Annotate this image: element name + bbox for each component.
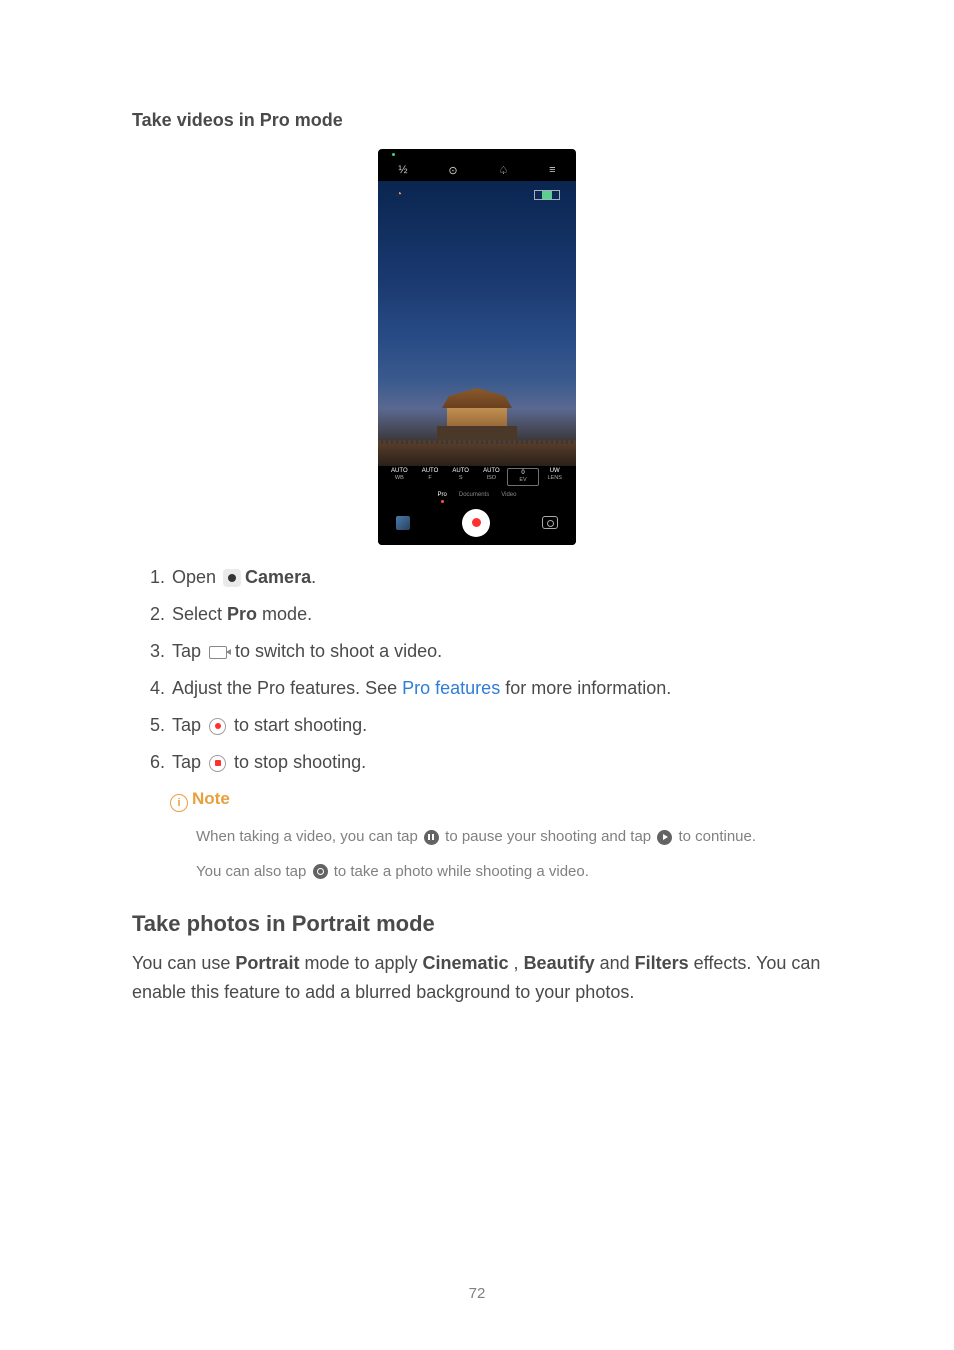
pause-icon — [424, 830, 439, 845]
camera-icon — [223, 569, 241, 587]
step-5: Tap to start shooting. — [170, 715, 822, 736]
record-icon — [209, 718, 226, 735]
phone-screenshot: ½⊙♤≡ ◔ AUTOWBAUTOFAUTOSAUTOISO0EVUWLENS … — [378, 149, 576, 545]
step-3: Tap to switch to shoot a video. — [170, 641, 822, 662]
note-line-1: When taking a video, you can tap to paus… — [196, 826, 822, 849]
step-4: Adjust the Pro features. See Pro feature… — [170, 678, 822, 699]
video-switch-icon — [209, 646, 227, 659]
portrait-paragraph: You can use Portrait mode to apply Cinem… — [132, 949, 822, 1007]
steps-list: Open Camera. Select Pro mode. Tap to swi… — [132, 567, 822, 773]
step-2: Select Pro mode. — [170, 604, 822, 625]
step-1: Open Camera. — [170, 567, 822, 588]
section-heading-1: Take videos in Pro mode — [132, 110, 822, 131]
stop-icon — [209, 755, 226, 772]
gallery-thumb — [396, 516, 410, 530]
section-heading-2: Take photos in Portrait mode — [132, 911, 822, 937]
level-indicator — [534, 190, 560, 200]
photo-icon — [313, 864, 328, 879]
timer-icon: ◔ — [396, 189, 402, 200]
shutter-button — [462, 509, 490, 537]
pro-features-link[interactable]: Pro features — [402, 678, 500, 698]
play-icon — [657, 830, 672, 845]
camera-switch-icon — [542, 516, 558, 529]
note-line-2: You can also tap to take a photo while s… — [196, 861, 822, 884]
note-heading: iNote — [170, 789, 822, 812]
step-6: Tap to stop shooting. — [170, 752, 822, 773]
page-number: 72 — [0, 1285, 954, 1302]
info-icon: i — [170, 794, 188, 812]
